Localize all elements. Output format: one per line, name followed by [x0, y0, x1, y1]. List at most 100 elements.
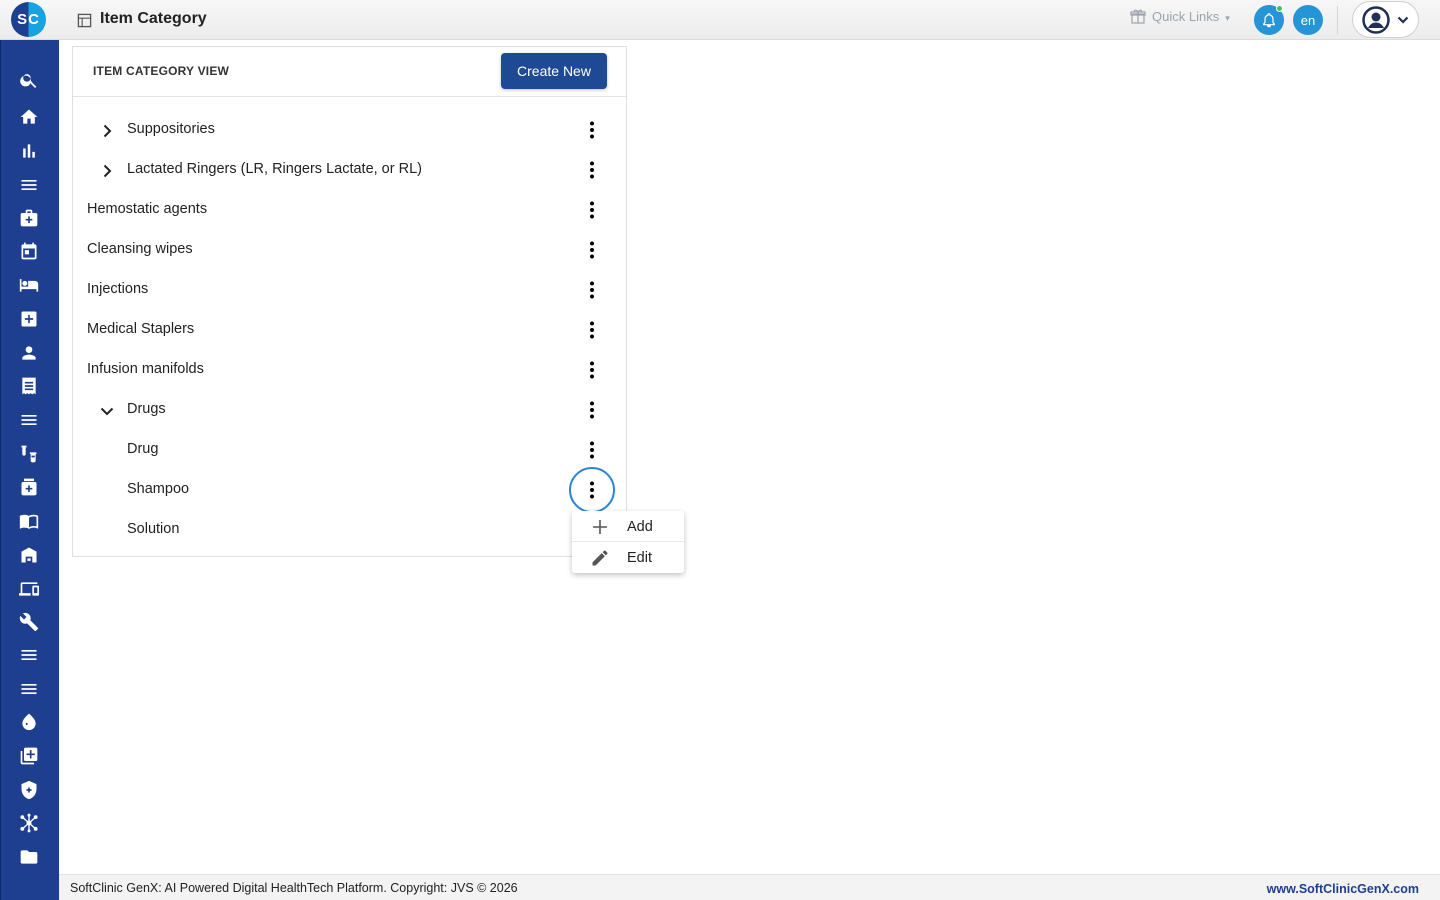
sidebar-item-home[interactable]	[18, 106, 40, 128]
library-add-icon	[20, 747, 38, 765]
footer-website-link[interactable]: www.SoftClinicGenX.com	[1267, 882, 1419, 896]
more-vertical-icon	[590, 161, 594, 179]
sidebar-item-billing[interactable]	[18, 375, 40, 397]
open-book-icon	[19, 514, 39, 529]
tree-item[interactable]: Medical Staplers	[73, 310, 626, 350]
plus-icon	[593, 519, 607, 534]
menu-item-edit[interactable]: Edit	[572, 542, 684, 573]
tree-item[interactable]: Lactated Ringers (LR, Ringers Lactate, o…	[73, 150, 626, 190]
sidebar-item-search[interactable]	[18, 69, 40, 91]
sidebar-item-store[interactable]	[18, 544, 40, 566]
chevron-right-icon[interactable]	[99, 123, 115, 139]
receipt-icon	[22, 377, 36, 395]
tree-item-label: Injections	[87, 281, 149, 297]
sidebar-item-library[interactable]	[18, 510, 40, 532]
bell-icon	[1263, 13, 1275, 28]
tree-item-label: Solution	[127, 521, 180, 537]
tree-item[interactable]: Infusion manifolds	[73, 350, 626, 390]
tree-item-label: Infusion manifolds	[87, 361, 204, 377]
sidebar-item-menu-2[interactable]	[18, 409, 40, 431]
row-actions-button-active[interactable]	[569, 467, 615, 513]
sidebar-item-menu-1[interactable]	[18, 174, 40, 196]
footer-copyright: SoftClinic GenX: AI Powered Digital Heal…	[70, 881, 518, 895]
chevron-down-icon[interactable]	[99, 403, 115, 419]
more-vertical-icon	[590, 361, 594, 379]
tree-item-label: Hemostatic agents	[87, 201, 208, 217]
tree-item-label: Lactated Ringers (LR, Ringers Lactate, o…	[127, 161, 422, 177]
lab-tubes-icon	[21, 445, 37, 463]
app-logo[interactable]: SC	[11, 2, 46, 37]
shield-icon	[21, 780, 37, 800]
tree-item[interactable]: Drug	[73, 430, 626, 470]
user-avatar-icon	[1362, 5, 1390, 34]
sidebar-item-files[interactable]	[18, 846, 40, 868]
quick-links-menu[interactable]: Quick Links ▾	[1130, 8, 1230, 24]
tree-item[interactable]: Injections	[73, 270, 626, 310]
sidebar-item-add-library[interactable]	[18, 745, 40, 767]
row-actions-button[interactable]	[582, 160, 602, 180]
sidebar-item-lab[interactable]	[18, 443, 40, 465]
row-actions-button[interactable]	[582, 200, 602, 220]
tree-item-label: Shampoo	[127, 481, 190, 497]
sidebar-item-add-medical[interactable]	[18, 308, 40, 330]
sidebar-item-bed[interactable]	[18, 274, 40, 296]
menu-item-label: Add	[627, 518, 653, 535]
network-hub-icon	[20, 813, 38, 833]
row-actions-button[interactable]	[582, 240, 602, 260]
quick-links-label: Quick Links	[1152, 8, 1220, 24]
sidebar-item-menu-4[interactable]	[18, 678, 40, 700]
notification-status-dot	[1276, 5, 1283, 12]
menu-icon	[21, 415, 37, 425]
chevron-right-icon[interactable]	[99, 163, 115, 179]
sidebar-item-pharmacy[interactable]	[18, 476, 40, 498]
more-vertical-icon	[590, 201, 594, 219]
sidebar-item-analytics[interactable]	[18, 140, 40, 162]
more-vertical-icon	[590, 321, 594, 339]
card-title: ITEM CATEGORY VIEW	[93, 64, 230, 78]
devices-icon	[19, 582, 39, 596]
medical-plus-icon	[21, 311, 37, 327]
profile-menu-button[interactable]	[1352, 1, 1419, 38]
tree-item[interactable]: Hemostatic agents	[73, 190, 626, 230]
sidebar-item-tools[interactable]	[18, 611, 40, 633]
tree-item[interactable]: Shampoo	[73, 467, 626, 513]
more-vertical-icon	[590, 121, 594, 139]
warehouse-icon	[21, 547, 37, 563]
menu-icon	[21, 684, 37, 694]
create-new-button[interactable]: Create New	[501, 53, 607, 89]
row-context-menu: Add Edit	[572, 511, 684, 573]
sidebar-item-security[interactable]	[18, 779, 40, 801]
sidebar-item-menu-3[interactable]	[18, 644, 40, 666]
sidebar-item-calendar[interactable]	[18, 240, 40, 262]
row-actions-button[interactable]	[582, 360, 602, 380]
menu-item-add[interactable]: Add	[572, 511, 684, 542]
tree-item[interactable]: Drugs	[73, 390, 626, 430]
more-vertical-icon	[590, 241, 594, 259]
tree-item-label: Drug	[127, 441, 159, 457]
row-actions-button[interactable]	[582, 320, 602, 340]
medical-bag-icon	[20, 209, 38, 227]
sidebar-item-blood-bank[interactable]	[18, 711, 40, 733]
sidebar-item-medical-kit[interactable]	[18, 207, 40, 229]
language-button[interactable]: en	[1293, 5, 1323, 35]
sidebar	[0, 40, 59, 900]
bar-chart-icon	[23, 144, 35, 158]
more-vertical-icon	[590, 281, 594, 299]
tree-item[interactable]: Solution	[73, 510, 626, 550]
sidebar-item-patient[interactable]	[18, 342, 40, 364]
header-divider	[1337, 6, 1338, 34]
tree-item[interactable]: Cleansing wipes	[73, 230, 626, 270]
caret-down-icon: ▾	[1225, 12, 1230, 23]
more-vertical-icon	[590, 481, 594, 499]
row-actions-button[interactable]	[582, 440, 602, 460]
row-actions-button[interactable]	[582, 280, 602, 300]
page-icon	[77, 13, 92, 28]
sidebar-item-devices[interactable]	[18, 578, 40, 600]
menu-item-label: Edit	[627, 549, 652, 566]
row-actions-button[interactable]	[582, 400, 602, 420]
sidebar-item-integrations[interactable]	[18, 812, 40, 834]
row-actions-button[interactable]	[582, 120, 602, 140]
search-icon	[20, 74, 37, 88]
tree-item-label: Drugs	[127, 401, 166, 417]
tree-item[interactable]: Suppositories	[73, 110, 626, 150]
